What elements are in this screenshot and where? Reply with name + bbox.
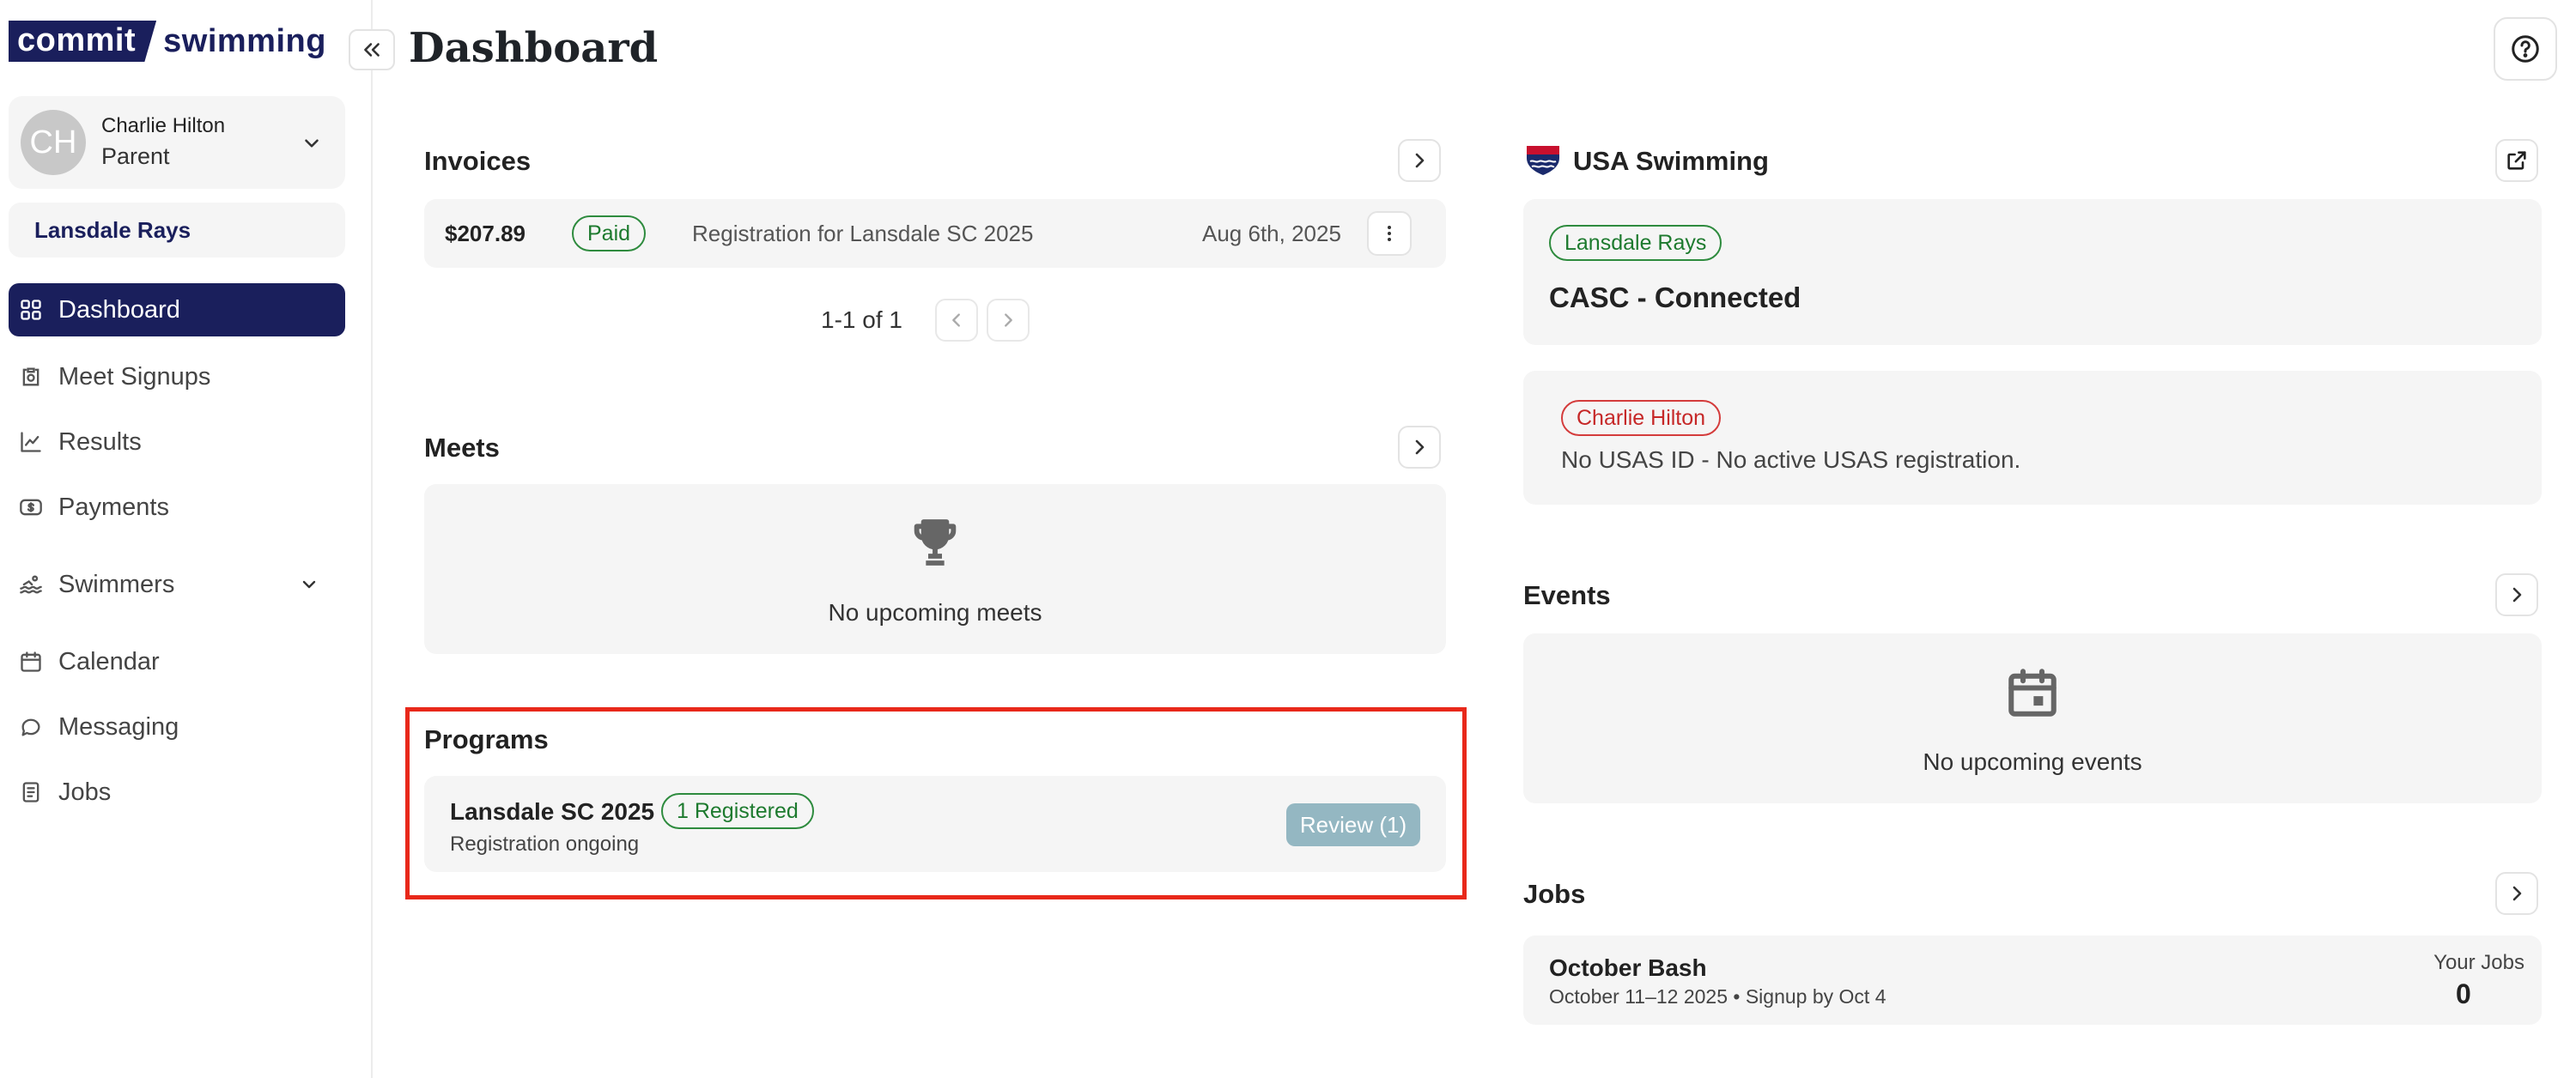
chevron-down-icon [302, 580, 316, 589]
chevron-down-icon [305, 139, 319, 148]
invoice-date: Aug 6th, 2025 [1202, 220, 1341, 246]
collapse-sidebar-button[interactable] [349, 29, 395, 70]
user-role: Parent [101, 143, 170, 169]
sidebar-item-label: Dashboard [58, 295, 180, 324]
member-usas-status: No USAS ID - No active USAS registration… [1561, 446, 2021, 473]
invoice-amount: $207.89 [445, 220, 526, 246]
usa-swimming-logo [1527, 146, 1559, 175]
program-name: Lansdale SC 2025 [450, 798, 655, 825]
chevron-right-icon [1005, 313, 1012, 327]
help-icon [2512, 35, 2539, 63]
double-chevron-left-icon [364, 43, 380, 57]
events-view-all-button[interactable] [2495, 573, 2538, 616]
open-usa-swimming-button[interactable] [2495, 139, 2538, 182]
user-switcher[interactable]: CH Charlie Hilton Parent [9, 96, 345, 189]
chat-icon [21, 718, 40, 736]
dollar-icon [20, 499, 42, 516]
sidebar-item-label: Meet Signups [58, 362, 211, 391]
swimmer-icon [20, 575, 42, 594]
your-jobs-count: 0 [2456, 978, 2471, 1009]
meets-title: Meets [424, 433, 500, 463]
job-details: October 11–12 2025 • Signup by Oct 4 [1549, 985, 1886, 1008]
invoice-description: Registration for Lansdale SC 2025 [692, 220, 1034, 246]
sidebar-item-meet-signups[interactable]: Meet Signups [9, 350, 345, 403]
invoice-menu-button[interactable] [1367, 211, 1412, 256]
grid-icon [21, 300, 41, 320]
external-link-icon [2507, 151, 2526, 170]
member-badge: Charlie Hilton [1561, 400, 1722, 436]
meets-empty-panel: No upcoming meets [424, 484, 1446, 654]
invoice-status-badge: Paid [572, 215, 647, 251]
trophy-icon [914, 519, 957, 566]
meets-empty-text: No upcoming meets [828, 599, 1042, 626]
commit-swimming-logo[interactable]: commit swimming [9, 21, 326, 62]
sidebar-item-label: Payments [58, 493, 169, 521]
sidebar-item-results[interactable]: Results [9, 415, 345, 469]
team-selector[interactable]: Lansdale Rays [9, 203, 345, 257]
more-vertical-icon [1388, 226, 1391, 241]
invoice-row[interactable]: $207.89 Paid Registration for Lansdale S… [424, 199, 1446, 268]
sidebar-item-label: Results [58, 427, 142, 456]
chevron-left-icon [952, 313, 960, 327]
sidebar-item-payments[interactable]: Payments [9, 481, 345, 534]
pagination-text: 1-1 of 1 [821, 306, 902, 333]
invoices-title: Invoices [424, 146, 532, 176]
jobs-view-all-button[interactable] [2495, 872, 2538, 915]
review-program-button[interactable]: Review (1) [1286, 803, 1420, 846]
sidebar-item-jobs[interactable]: Jobs [9, 766, 345, 819]
clipboard-icon [22, 367, 39, 386]
sidebar-item-messaging[interactable]: Messaging [9, 700, 345, 754]
sidebar-item-swimmers[interactable]: Swimmers [9, 558, 345, 611]
calendar-icon [2008, 669, 2057, 717]
previous-page-button[interactable] [934, 299, 978, 342]
program-status: Registration ongoing [450, 833, 640, 856]
sidebar-item-label: Calendar [58, 647, 160, 675]
list-icon [22, 782, 39, 802]
sidebar-item-calendar[interactable]: Calendar [9, 635, 345, 688]
help-button[interactable] [2494, 17, 2557, 81]
sidebar-item-label: Messaging [58, 712, 179, 741]
events-empty-text: No upcoming events [1923, 748, 2142, 775]
avatar: CH [21, 110, 86, 175]
line-chart-icon [21, 432, 41, 452]
logo-swimming-text: swimming [163, 22, 326, 59]
club-connection-status: CASC - Connected [1549, 282, 1801, 313]
club-connection-panel [1523, 199, 2542, 345]
chevron-right-icon [2512, 587, 2522, 603]
events-empty-panel: No upcoming events [1523, 633, 2542, 803]
user-name: Charlie Hilton [101, 114, 226, 137]
sidebar: commit swimming CH Charlie Hilton Parent… [0, 0, 373, 1078]
programs-title: Programs [424, 724, 549, 754]
invoices-view-all-button[interactable] [1398, 139, 1441, 182]
sidebar-item-dashboard[interactable]: Dashboard [9, 283, 345, 336]
chevron-right-icon [1415, 439, 1425, 455]
club-badge: Lansdale Rays [1549, 225, 1722, 261]
sidebar-item-label: Jobs [58, 778, 112, 806]
page-title: Dashboard [409, 24, 659, 72]
next-page-button[interactable] [986, 299, 1030, 342]
job-name: October Bash [1549, 954, 1707, 981]
sidebar-item-label: Swimmers [58, 570, 175, 598]
usa-swimming-title: USA Swimming [1573, 146, 1769, 176]
meets-view-all-button[interactable] [1398, 426, 1441, 469]
your-jobs-label: Your Jobs [2433, 951, 2524, 974]
logo-commit-text: commit [9, 21, 157, 62]
jobs-title: Jobs [1523, 879, 1586, 909]
calendar-icon [21, 651, 41, 672]
program-registered-badge: 1 Registered [661, 793, 814, 829]
events-title: Events [1523, 580, 1611, 610]
chevron-right-icon [1415, 153, 1425, 168]
invoice-pagination: 1-1 of 1 [821, 299, 1038, 342]
member-registration-panel [1523, 371, 2542, 505]
chevron-right-icon [2512, 886, 2522, 901]
